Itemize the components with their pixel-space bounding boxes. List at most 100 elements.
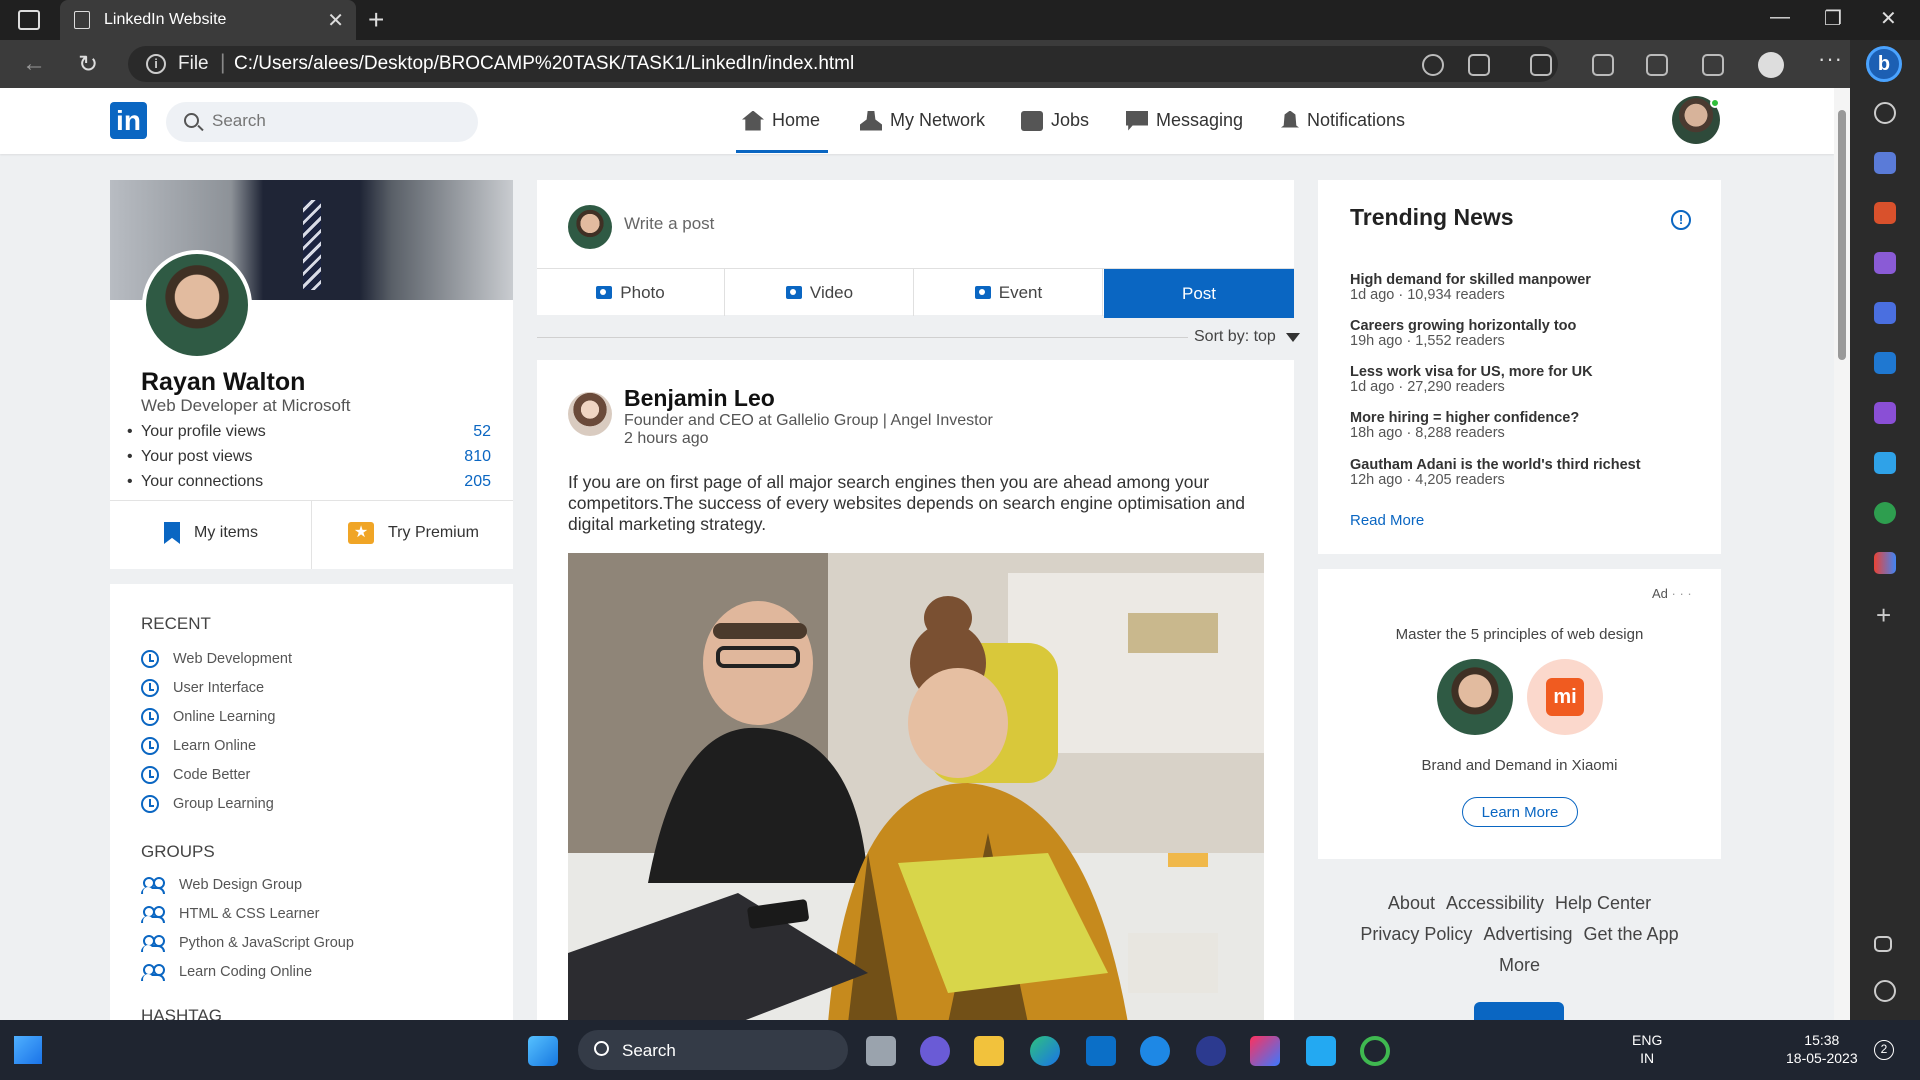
tools-icon[interactable] — [1874, 202, 1896, 224]
tab-actions-icon[interactable] — [18, 10, 40, 30]
more-options-icon[interactable]: ··· — [1818, 46, 1843, 72]
group-item[interactable]: Web Design Group — [141, 877, 302, 894]
system-tray[interactable]: ENG IN — [1632, 1031, 1662, 1067]
search-sidebar-icon[interactable] — [1874, 102, 1896, 124]
recording-app-icon[interactable] — [1360, 1036, 1390, 1066]
refresh-icon[interactable]: ↻ — [78, 50, 98, 79]
nav-my-network[interactable]: My Network — [860, 110, 985, 131]
news-item[interactable]: High demand for skilled manpower 1d ago ·… — [1350, 272, 1591, 303]
gmail-icon[interactable] — [1874, 552, 1896, 574]
add-sidebar-app-icon[interactable]: + — [1876, 600, 1891, 631]
footer-link[interactable]: About — [1388, 893, 1435, 913]
close-tab-icon[interactable]: ✕ — [327, 8, 344, 33]
back-icon[interactable]: ← — [22, 50, 46, 78]
video-button[interactable]: Video — [726, 269, 914, 316]
search-input[interactable] — [212, 111, 462, 131]
collections-icon[interactable] — [1646, 54, 1668, 76]
photo-button[interactable]: Photo — [537, 269, 725, 316]
file-explorer-icon[interactable] — [974, 1036, 1004, 1066]
profile-picture[interactable] — [142, 250, 252, 360]
nav-messaging[interactable]: Messaging — [1126, 110, 1243, 131]
read-aloud-icon[interactable] — [1422, 54, 1444, 76]
browser-tab[interactable]: LinkedIn Website ✕ — [60, 0, 356, 40]
task-view-icon[interactable] — [866, 1036, 896, 1066]
news-item[interactable]: More hiring = higher confidence? 18h ago … — [1350, 410, 1579, 441]
linkedin-logo[interactable]: in — [110, 102, 147, 139]
shopping-icon[interactable] — [1874, 152, 1896, 174]
edge-icon[interactable] — [1030, 1036, 1060, 1066]
news-item[interactable]: Less work visa for US, more for UK 1d ago… — [1350, 364, 1593, 395]
add-favorite-icon[interactable] — [1468, 54, 1490, 76]
footer-link[interactable]: Get the App — [1584, 924, 1679, 944]
new-tab-icon[interactable]: + — [368, 4, 384, 36]
author-avatar[interactable] — [568, 392, 612, 436]
info-icon[interactable]: ! — [1671, 210, 1691, 230]
recent-item[interactable]: User Interface — [141, 679, 264, 697]
scroll-top-button[interactable] — [1474, 1002, 1564, 1020]
settings-icon[interactable] — [1874, 980, 1896, 1002]
extensions-icon[interactable] — [1530, 54, 1552, 76]
favorites-icon[interactable] — [1592, 54, 1614, 76]
url-field[interactable]: i File | C:/Users/alees/Desktop/BROCAMP%… — [128, 46, 1558, 82]
sort-by-dropdown[interactable]: Sort by: top — [1188, 328, 1300, 346]
profile-stat-views[interactable]: Your profile views 52 — [127, 423, 491, 441]
footer-link[interactable]: More — [1499, 955, 1540, 975]
nav-notifications[interactable]: Notifications — [1281, 110, 1405, 131]
minimize-icon[interactable]: — — [1770, 6, 1790, 29]
info-icon[interactable]: i — [146, 54, 166, 74]
read-more-link[interactable]: Read More — [1350, 512, 1424, 529]
page-scrollbar[interactable] — [1834, 88, 1850, 1020]
recent-item[interactable]: Learn Online — [141, 737, 256, 755]
event-button[interactable]: Event — [915, 269, 1103, 316]
user-avatar[interactable] — [1672, 96, 1720, 144]
profile-name[interactable]: Rayan Walton — [141, 368, 305, 397]
browser-essentials-icon[interactable] — [1702, 54, 1724, 76]
group-item[interactable]: Python & JavaScript Group — [141, 935, 354, 952]
try-premium-button[interactable]: ★ Try Premium — [348, 522, 479, 544]
hp-app-icon[interactable] — [1086, 1036, 1116, 1066]
recent-item[interactable]: Web Development — [141, 650, 292, 668]
eclipse-icon[interactable] — [1196, 1036, 1226, 1066]
my-items-button[interactable]: My items — [164, 522, 258, 544]
footer-link[interactable]: Advertising — [1483, 924, 1572, 944]
notification-badge[interactable]: 2 — [1874, 1040, 1894, 1060]
group-item[interactable]: HTML & CSS Learner — [141, 906, 319, 923]
drop-icon[interactable] — [1874, 452, 1896, 474]
group-item[interactable]: Learn Coding Online — [141, 964, 312, 981]
tree-icon[interactable] — [1874, 502, 1896, 524]
teams-icon[interactable] — [920, 1036, 950, 1066]
games-icon[interactable] — [1874, 252, 1896, 274]
nav-home[interactable]: Home — [742, 110, 820, 131]
intellij-icon[interactable] — [1250, 1036, 1280, 1066]
profile-stat-connections[interactable]: Your connections 205 — [127, 473, 491, 491]
designer-icon[interactable] — [1874, 402, 1896, 424]
taskbar-search[interactable]: Search — [578, 1030, 848, 1070]
widgets-icon[interactable] — [14, 1036, 42, 1064]
microsoft-365-icon[interactable] — [1874, 302, 1896, 324]
bing-icon[interactable]: b — [1866, 46, 1902, 82]
help-icon[interactable] — [1140, 1036, 1170, 1066]
vscode-icon[interactable] — [1306, 1036, 1336, 1066]
nav-jobs[interactable]: Jobs — [1021, 110, 1089, 131]
author-name[interactable]: Benjamin Leo — [624, 385, 775, 412]
footer-link[interactable]: Privacy Policy — [1360, 924, 1472, 944]
recent-item[interactable]: Online Learning — [141, 708, 275, 726]
footer-link[interactable]: Accessibility — [1446, 893, 1544, 913]
site-search[interactable] — [166, 102, 478, 142]
footer-link[interactable]: Help Center — [1555, 893, 1651, 913]
news-item[interactable]: Gautham Adani is the world's third riche… — [1350, 457, 1641, 488]
post-button[interactable]: Post — [1104, 269, 1294, 318]
ad-options-icon[interactable]: · · · — [1672, 586, 1692, 601]
write-post-input[interactable]: Write a post — [624, 214, 714, 234]
browser-profile-icon[interactable] — [1758, 52, 1784, 78]
recent-item[interactable]: Group Learning — [141, 795, 274, 813]
start-icon[interactable] — [528, 1036, 558, 1066]
recent-item[interactable]: Code Better — [141, 766, 250, 784]
close-window-icon[interactable]: ✕ — [1880, 6, 1897, 31]
learn-more-button[interactable]: Learn More — [1462, 797, 1578, 827]
clock[interactable]: 15:38 18-05-2023 — [1786, 1031, 1858, 1067]
scrollbar-thumb[interactable] — [1838, 110, 1846, 360]
news-item[interactable]: Careers growing horizontally too 19h ago … — [1350, 318, 1576, 349]
maximize-icon[interactable]: ❐ — [1824, 6, 1842, 31]
outlook-icon[interactable] — [1874, 352, 1896, 374]
